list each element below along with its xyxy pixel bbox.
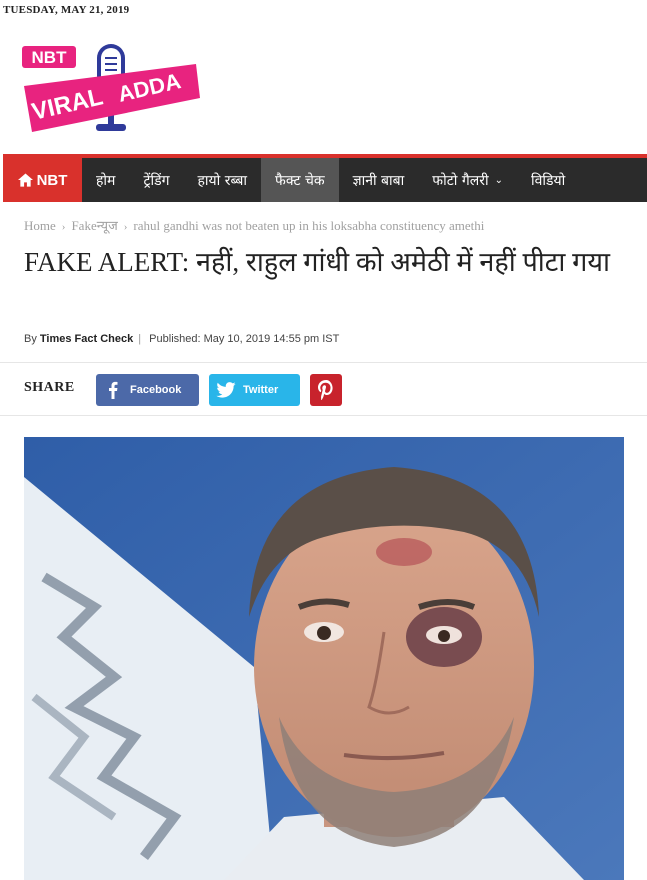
nav-home-label: NBT (36, 171, 68, 189)
divider (0, 415, 647, 416)
author-link[interactable]: Times Fact Check (40, 333, 133, 345)
twitter-label: Twitter (243, 384, 279, 396)
pinterest-share-button[interactable] (310, 374, 342, 406)
nav-item-gyani-baba[interactable]: ज्ञानी बाबा (339, 158, 419, 202)
facebook-share-button[interactable]: Facebook (96, 374, 199, 406)
chevron-down-icon: ⌄ (494, 174, 503, 186)
nav-item-photo-gallery[interactable]: फोटो गैलरी ⌄ (418, 158, 517, 202)
nav-item-video[interactable]: विडियो (517, 158, 579, 202)
breadcrumb-separator: › (123, 221, 128, 233)
article-meta: By Times Fact Check | Published: May 10, … (24, 333, 339, 345)
nav-item-fact-check[interactable]: फैक्ट चेक (261, 158, 339, 202)
nav-item-photo-gallery-label: फोटो गैलरी (432, 172, 489, 189)
main-nav: NBT होम ट्रेंडिंग हायो रब्बा फैक्ट चेक ज… (3, 154, 647, 202)
share-label: SHARE (24, 380, 75, 395)
site-logo[interactable]: NBT VIRAL ADDA (20, 40, 205, 140)
published-date: Published: May 10, 2019 14:55 pm IST (149, 333, 340, 345)
breadcrumb: Home › Fakeन्यूज › rahul gandhi was not beat… (24, 216, 484, 234)
featured-image (24, 437, 624, 880)
byline-prefix: By (24, 333, 37, 345)
divider (0, 362, 647, 363)
nav-item-trending[interactable]: ट्रेंडिंग (129, 158, 183, 202)
home-icon (17, 173, 33, 187)
breadcrumb-current: rahul gandhi was not beaten up in his lo… (133, 218, 485, 233)
twitter-share-button[interactable]: Twitter (209, 374, 300, 406)
logo-nbt-text: NBT (32, 48, 68, 67)
nav-item-home[interactable]: होम (82, 158, 129, 202)
meta-divider: | (138, 333, 142, 345)
article-title: FAKE ALERT: नहीं, राहुल गांधी को अमेठी म… (24, 247, 610, 277)
breadcrumb-home[interactable]: Home (24, 218, 56, 233)
nav-item-hayo-rabba[interactable]: हायो रब्बा (184, 158, 262, 202)
facebook-label: Facebook (130, 384, 182, 396)
nav-home-nbt[interactable]: NBT (3, 158, 82, 202)
breadcrumb-separator: › (61, 221, 66, 233)
breadcrumb-fake-news[interactable]: Fakeन्यूज (71, 218, 117, 233)
pinterest-icon (318, 380, 333, 400)
twitter-icon (209, 382, 243, 398)
header-date: TUESDAY, MAY 21, 2019 (3, 4, 130, 16)
facebook-icon (96, 381, 130, 399)
